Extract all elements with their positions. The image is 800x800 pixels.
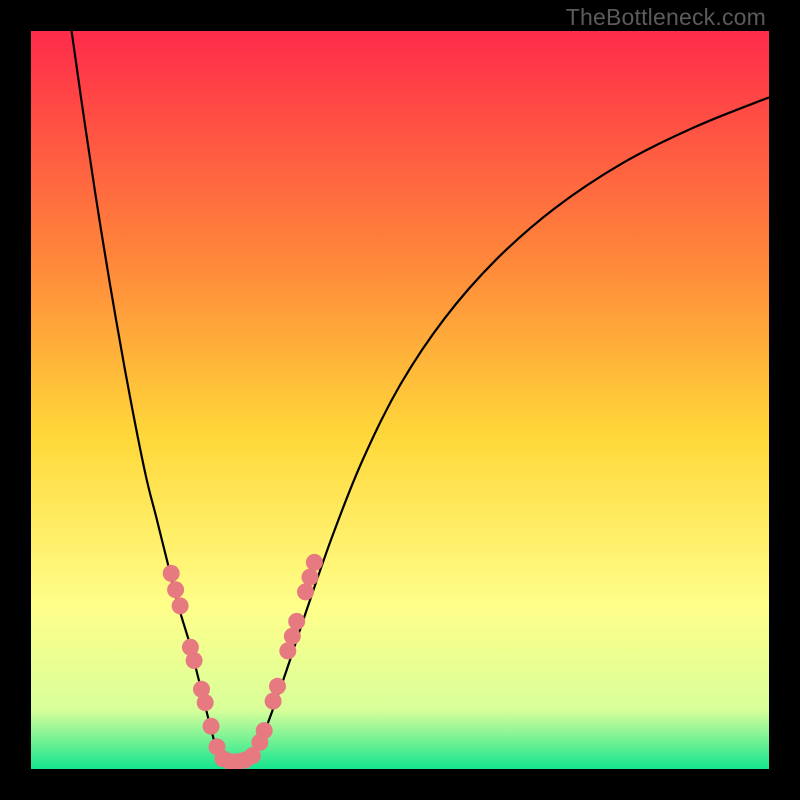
marker-dot bbox=[186, 652, 203, 669]
marker-dot bbox=[297, 583, 314, 600]
marker-dot bbox=[302, 569, 319, 586]
chart-svg bbox=[31, 31, 769, 769]
marker-dot bbox=[167, 581, 184, 598]
marker-dot bbox=[256, 722, 273, 739]
marker-group bbox=[163, 554, 323, 769]
marker-dot bbox=[265, 693, 282, 710]
marker-dot bbox=[163, 565, 180, 582]
chart-frame: TheBottleneck.com bbox=[0, 0, 800, 800]
watermark-text: TheBottleneck.com bbox=[566, 4, 766, 31]
marker-dot bbox=[197, 694, 214, 711]
marker-dot bbox=[203, 718, 220, 735]
marker-dot bbox=[172, 597, 189, 614]
plot-area bbox=[31, 31, 769, 769]
marker-dot bbox=[288, 613, 305, 630]
marker-dot bbox=[306, 554, 323, 571]
marker-dot bbox=[269, 678, 286, 695]
marker-dot bbox=[279, 642, 296, 659]
bottleneck-curve bbox=[72, 31, 769, 762]
marker-dot bbox=[284, 628, 301, 645]
